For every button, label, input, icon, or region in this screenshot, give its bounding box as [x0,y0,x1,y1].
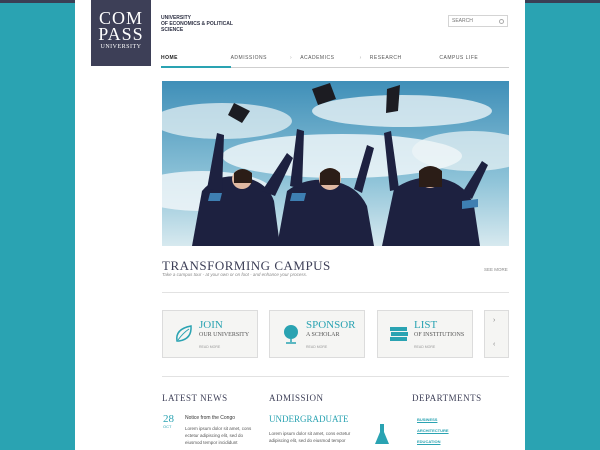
latest-news-heading: LATEST NEWS [162,393,228,403]
logo-line-3: UNIVERSITY [100,44,142,50]
join-heading: JOIN [199,319,223,331]
books-icon [390,327,408,341]
department-link[interactable]: ARCHITECTURE [417,425,449,436]
page-container: COM PASS UNIVERSITY University of Econom… [75,0,525,450]
university-name: University of Economics & Political Scie… [161,15,261,33]
main-nav: HOME ADMISSIONS › ACADEMICS › RESEARCH C… [161,52,509,68]
news-date-month: OCT [163,424,172,429]
hero-graduates-image[interactable] [162,81,509,246]
search-input[interactable] [452,18,498,24]
compass-logo[interactable]: COM PASS UNIVERSITY [91,0,151,66]
department-link[interactable]: EDUCATION [417,436,449,447]
admission-subheading[interactable]: UNDERGRADUATE [269,414,349,424]
divider [162,292,509,293]
admission-text: Lorem ipsum dolor sit amet, cons ectetur… [269,431,351,443]
admission-heading: ADMISSION [269,393,324,403]
news-text: Lorem ipsum dolor sit amet, cons ectetur… [185,426,252,445]
search-box [448,15,508,27]
list-subheading: OF INSTITUTIONS [414,332,465,338]
join-subheading: OUR UNIVERSITY [199,332,250,338]
sponsor-box[interactable]: SPONSOR A SCHOLAR READ MORE [269,310,365,358]
read-more-link[interactable]: READ MORE [306,345,327,349]
logo-line-2: PASS [98,24,144,44]
university-line-3: Science [161,27,184,33]
list-heading: LIST [414,319,438,331]
news-date-day: 28 [163,413,174,425]
sponsor-subheading: A SCHOLAR [306,332,340,338]
next-arrow-icon[interactable]: › [493,317,495,324]
list-box[interactable]: LIST OF INSTITUTIONS READ MORE [377,310,473,358]
nav-item-research[interactable]: RESEARCH [369,52,440,68]
prev-arrow-icon[interactable]: ‹ [493,341,495,348]
nav-item-home[interactable]: HOME [161,52,231,68]
flask-icon [375,424,389,444]
nav-item-campus-life[interactable]: CAMPUS LIFE [439,52,509,68]
chevron-right-icon: › [290,55,293,61]
nav-label: ADMISSIONS [230,55,267,61]
departments-list: BUSINESS ARCHITECTURE EDUCATION [417,414,449,447]
see-more-link[interactable]: SEE MORE [484,267,508,272]
nav-item-academics[interactable]: ACADEMICS › [300,52,370,68]
join-box[interactable]: JOIN OUR UNIVERSITY READ MORE [162,310,258,358]
leaf-icon [176,325,192,342]
nav-label: CAMPUS LIFE [439,55,479,61]
nav-label: HOME [161,55,178,61]
divider [162,376,509,377]
graduates-illustration [162,81,509,246]
nav-label: ACADEMICS [300,55,335,61]
read-more-link[interactable]: READ MORE [199,345,220,349]
chevron-right-icon: › [359,55,362,61]
nav-item-admissions[interactable]: ADMISSIONS › [230,52,301,68]
globe-icon [284,325,298,344]
news-title[interactable]: Notice from the Congo [185,415,235,421]
sponsor-heading: SPONSOR [306,319,356,331]
hero-subtitle: Take a campus tour - at your own or on f… [162,272,308,277]
search-icon[interactable] [499,18,504,24]
nav-label: RESEARCH [369,55,402,61]
department-link[interactable]: BUSINESS [417,414,449,425]
carousel-arrows: › ‹ [484,310,509,358]
departments-heading: DEPARTMENTS [412,393,482,403]
read-more-link[interactable]: READ MORE [414,345,435,349]
